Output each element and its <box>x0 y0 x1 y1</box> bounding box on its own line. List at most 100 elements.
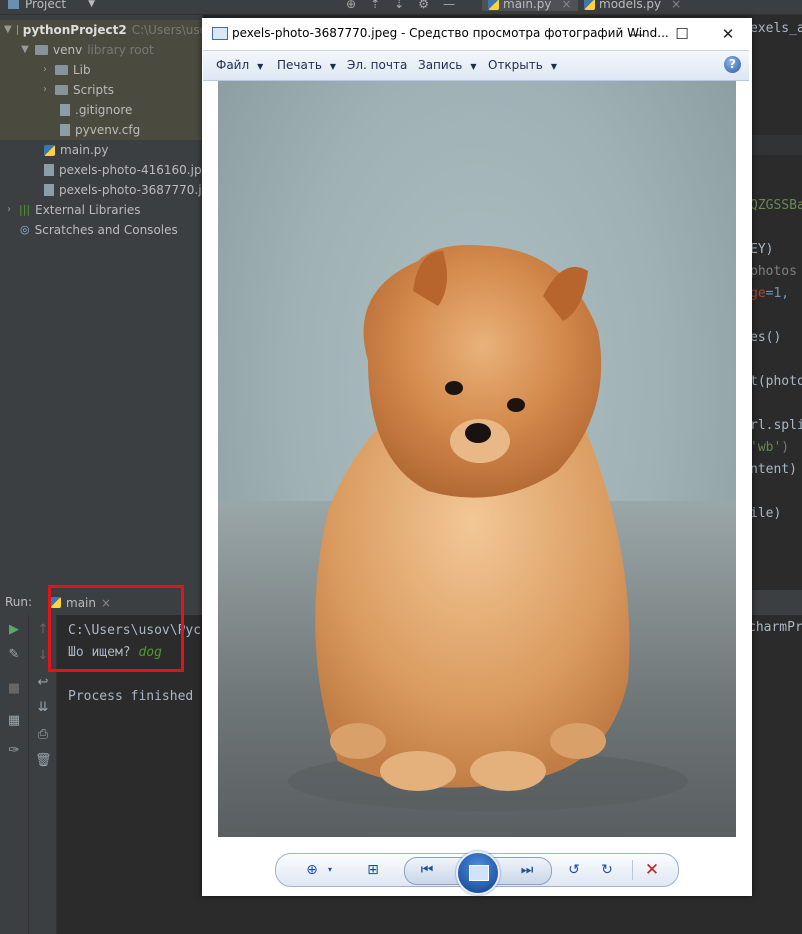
code-line: ile) <box>750 506 782 521</box>
window-titlebar[interactable]: pexels-photo-3687770.jpeg - Средство про… <box>202 18 752 49</box>
locate-icon[interactable]: ⊕ <box>346 0 356 11</box>
code-line: exels_ap <box>750 21 802 36</box>
tree-item-label: pexels-photo-416160.jpeg <box>59 163 217 177</box>
zoom-icon[interactable]: ⊕ <box>302 861 322 879</box>
code-line: 'wb') <box>750 440 790 455</box>
tree-item-root[interactable]: ▼ pythonProject2 C:\Users\uso <box>0 20 207 40</box>
displayed-photo <box>218 81 736 837</box>
layout-icon[interactable]: ▦ <box>6 713 22 729</box>
menu-label: Файл <box>216 58 250 72</box>
folder-icon <box>55 85 68 95</box>
run-toolbar: ▶ ✎ ■ ▦ ✑ <box>0 615 29 934</box>
next-icon[interactable]: ⏭ <box>517 861 537 879</box>
run-config-path: charmPr <box>748 620 802 635</box>
image-file-icon <box>44 164 54 176</box>
tree-item-note: library root <box>87 43 154 57</box>
tree-item-external-libraries[interactable]: › ||| External Libraries <box>0 200 207 220</box>
tab-label: main.py <box>503 0 552 11</box>
chevron-down-icon: ▼ <box>550 62 557 71</box>
project-selector[interactable]: Project ▼ <box>8 0 95 11</box>
close-icon[interactable]: × <box>671 0 681 11</box>
project-icon <box>8 0 19 9</box>
tree-item-label: pythonProject2 <box>22 23 127 37</box>
pin-icon[interactable]: ✑ <box>6 743 22 759</box>
dog-illustration <box>288 245 688 811</box>
project-tree: ▼ pythonProject2 C:\Users\uso ▼ venv lib… <box>0 15 263 590</box>
code-line: ge=1, <box>750 286 789 301</box>
hide-icon[interactable]: — <box>443 0 455 11</box>
previous-icon[interactable]: ⏮ <box>417 861 437 879</box>
minimize-button[interactable]: — <box>616 20 656 48</box>
project-label: Project <box>25 0 67 11</box>
image-file-icon <box>44 184 54 196</box>
python-file-icon <box>584 0 595 10</box>
maximize-button[interactable]: ☐ <box>662 20 702 48</box>
menu-open[interactable]: Открыть ▼ <box>488 58 557 72</box>
rotate-right-icon[interactable]: ↻ <box>597 861 617 879</box>
photo-viewer-icon <box>212 27 228 40</box>
code-editor[interactable]: exels_ap QZGSSBa EY) photos ge=1, es() t… <box>750 15 802 590</box>
tree-item-venv[interactable]: ▼ venv library root <box>0 40 223 60</box>
code-line: rl.spli <box>750 418 802 433</box>
expand-all-icon[interactable]: ⇡ <box>370 0 380 11</box>
scroll-to-end-icon[interactable]: ⇊ <box>35 700 51 716</box>
code-line: EY) <box>750 242 774 257</box>
wrench-icon[interactable]: ✎ <box>6 647 22 663</box>
close-icon[interactable]: × <box>562 0 572 11</box>
tree-item-label: main.py <box>60 143 109 157</box>
slideshow-button[interactable] <box>456 851 500 895</box>
menu-burn[interactable]: Запись ▼ <box>418 58 477 72</box>
print-icon[interactable]: ⎙ <box>35 727 51 743</box>
chevron-down-icon: ▼ <box>88 0 95 9</box>
folder-icon <box>35 45 48 55</box>
chevron-down-icon[interactable]: ▼ <box>4 20 12 40</box>
menu-print[interactable]: Печать ▼ <box>277 58 336 72</box>
tab-models-py[interactable]: models.py × <box>578 0 687 11</box>
tree-item-label: Scripts <box>73 83 115 97</box>
chevron-right-icon[interactable]: › <box>40 60 50 80</box>
actual-size-icon[interactable]: ⊞ <box>363 861 383 879</box>
code-line: photos <box>750 264 797 279</box>
help-icon[interactable]: ? <box>724 56 741 73</box>
tree-item-label: External Libraries <box>35 203 141 217</box>
tree-item-scratches[interactable]: ◎ Scratches and Consoles <box>0 220 223 240</box>
file-icon <box>60 124 70 136</box>
menu-email[interactable]: Эл. почта <box>347 58 407 72</box>
window-title: pexels-photo-3687770.jpeg - Средство про… <box>232 26 669 40</box>
trash-icon[interactable]: 🗑 <box>35 753 52 769</box>
menu-label: Открыть <box>488 58 543 72</box>
code-line: ntent) <box>750 462 797 477</box>
stop-icon[interactable]: ■ <box>6 681 22 697</box>
folder-icon <box>16 25 18 35</box>
code-token: =1, <box>765 286 790 301</box>
delete-icon[interactable]: ✕ <box>642 861 662 879</box>
chevron-down-icon: ▼ <box>257 62 264 71</box>
library-icon: ||| <box>19 203 31 216</box>
menu-label: Эл. почта <box>347 58 408 72</box>
tree-item-label: venv <box>53 43 83 57</box>
tree-item-path: C:\Users\uso <box>131 23 207 37</box>
run-label: Run: <box>5 595 33 609</box>
menu-label: Печать <box>277 58 322 72</box>
tree-item-label: pyvenv.cfg <box>75 123 141 137</box>
tree-item-label: .gitignore <box>75 103 133 117</box>
gear-icon[interactable]: ⚙ <box>418 0 429 11</box>
scratches-icon: ◎ <box>20 223 30 236</box>
run-icon[interactable]: ▶ <box>6 622 22 638</box>
chevron-down-icon[interactable]: ▾ <box>320 861 340 879</box>
rotate-left-icon[interactable]: ↺ <box>564 861 584 879</box>
code-line: t(photo <box>750 374 802 389</box>
chevron-right-icon[interactable]: › <box>40 80 50 100</box>
menu-label: Запись <box>418 58 463 72</box>
chevron-down-icon[interactable]: ▼ <box>20 40 30 60</box>
tab-main-py[interactable]: main.py × <box>482 0 578 11</box>
soft-wrap-icon[interactable]: ↩ <box>35 675 51 691</box>
highlight-annotation <box>48 585 184 672</box>
chevron-down-icon: ▼ <box>470 62 477 71</box>
chevron-right-icon[interactable]: › <box>4 200 14 220</box>
code-line: es() <box>750 330 782 345</box>
menu-file[interactable]: Файл ▼ <box>216 58 263 72</box>
close-button[interactable]: ✕ <box>708 20 748 48</box>
code-token: ge <box>750 286 766 301</box>
collapse-all-icon[interactable]: ⇣ <box>394 0 404 11</box>
